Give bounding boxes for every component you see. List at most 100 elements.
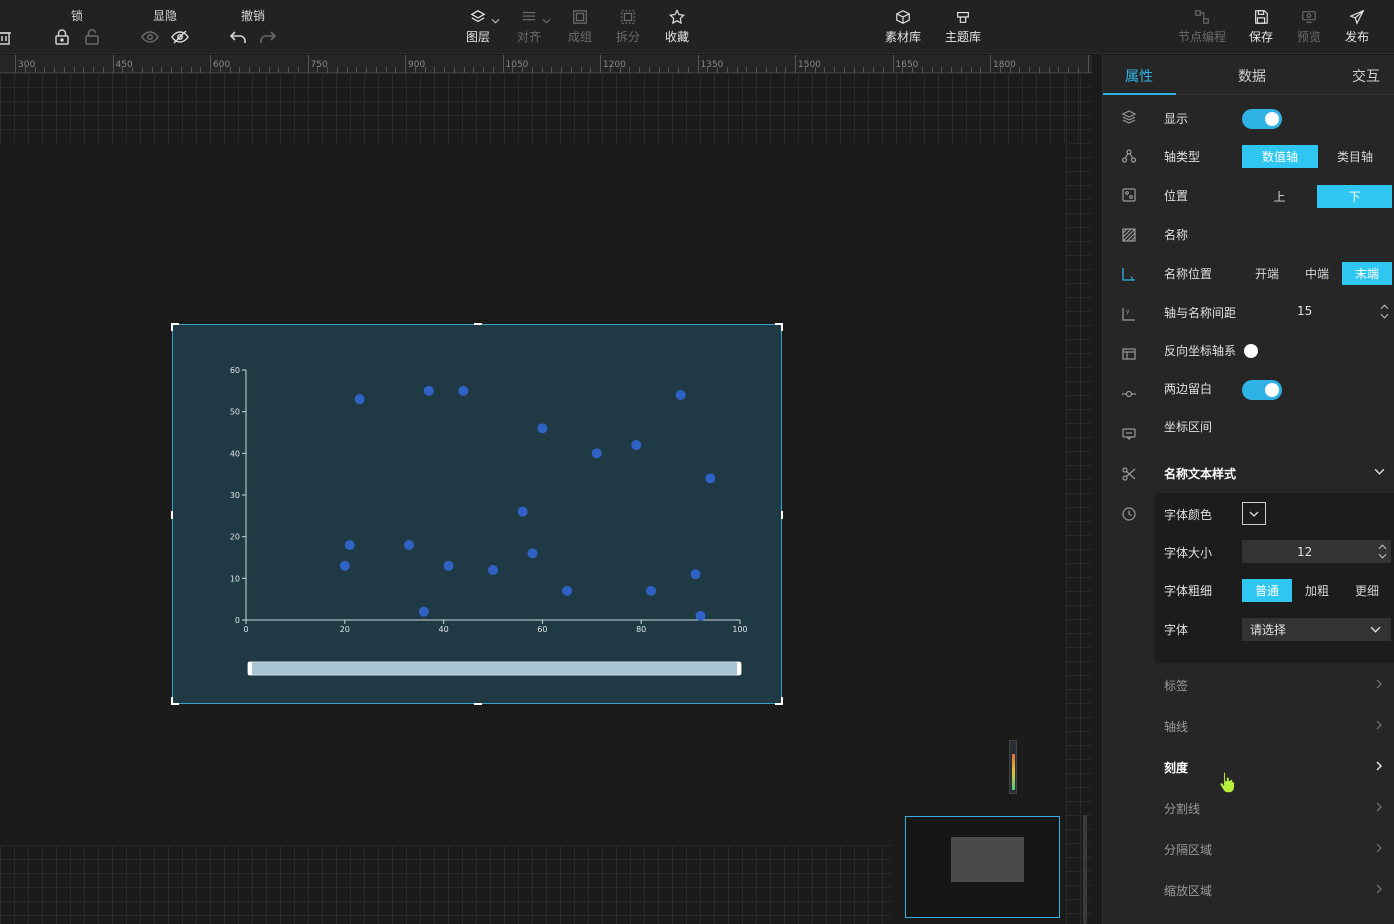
- font-family-select[interactable]: 请选择: [1242, 618, 1391, 641]
- resize-handle-bottom[interactable]: [474, 703, 482, 705]
- table-icon[interactable]: [1119, 344, 1139, 364]
- canvas-scrollbar[interactable]: [1083, 815, 1087, 924]
- scatter-point: [339, 560, 350, 571]
- name-gap-input[interactable]: 15: [1242, 300, 1390, 323]
- tab-interaction[interactable]: 交互: [1352, 66, 1380, 86]
- inverse-toggle[interactable]: [1242, 341, 1260, 361]
- favorite-button[interactable]: 收藏: [665, 8, 689, 45]
- hatch-pattern-icon[interactable]: [1119, 225, 1139, 245]
- y-axis-icon[interactable]: y: [1119, 304, 1139, 324]
- tab-data[interactable]: 数据: [1238, 66, 1266, 86]
- level-meter-widget[interactable]: [1009, 740, 1017, 794]
- position-label: 位置: [1164, 189, 1189, 203]
- group-button[interactable]: 成组: [568, 8, 592, 45]
- boundary-gap-toggle[interactable]: [1242, 380, 1282, 400]
- save-button[interactable]: 保存: [1249, 8, 1273, 45]
- resize-handle-bottom-right[interactable]: [775, 697, 783, 705]
- scatter-point: [423, 385, 434, 396]
- toggle-knob: [1244, 344, 1258, 358]
- font-color-picker[interactable]: [1242, 502, 1266, 525]
- undo-icon[interactable]: [228, 27, 248, 47]
- axis-type-category-option[interactable]: 类目轴: [1318, 145, 1392, 168]
- align-button[interactable]: 对齐: [517, 8, 551, 45]
- chevron-up-icon[interactable]: [1378, 544, 1387, 550]
- tooltip-icon[interactable]: [1119, 424, 1139, 444]
- zoom-slider-handle-right: [737, 662, 741, 675]
- resize-handle-top-left[interactable]: [171, 323, 179, 331]
- chevron-down-icon[interactable]: [1374, 468, 1385, 475]
- font-weight-light-option[interactable]: 更细: [1342, 579, 1392, 602]
- eye-off-icon[interactable]: [170, 27, 190, 47]
- name-position-start-option[interactable]: 开端: [1242, 262, 1292, 285]
- lock-group-label: 锁: [71, 9, 84, 23]
- publish-button-label: 发布: [1345, 30, 1370, 44]
- layers-icon[interactable]: [1119, 107, 1139, 127]
- show-toggle[interactable]: [1242, 109, 1282, 129]
- resize-handle-bottom-left[interactable]: [171, 697, 179, 705]
- font-size-input[interactable]: 12: [1242, 540, 1391, 563]
- canvas-stage[interactable]: 0 10 20 30 40 50 60 0 20 40 60 80 100: [0, 143, 1066, 845]
- publish-button[interactable]: 发布: [1345, 8, 1369, 45]
- layer-button[interactable]: 图层: [466, 8, 500, 45]
- x-tick-label: 0: [243, 625, 248, 634]
- scatter-point: [517, 506, 528, 517]
- scatter-point: [418, 606, 429, 617]
- delete-icon[interactable]: [0, 27, 14, 47]
- chevron-down-icon[interactable]: [1380, 313, 1389, 319]
- scatter-chart-widget[interactable]: 0 10 20 30 40 50 60 0 20 40 60 80 100: [171, 323, 783, 705]
- position-bottom-option[interactable]: 下: [1317, 185, 1392, 208]
- ruler-label: 1650: [895, 60, 919, 70]
- scatter-point: [443, 560, 454, 571]
- name-position-middle-option[interactable]: 中端: [1292, 262, 1342, 285]
- name-position-end-option[interactable]: 末端: [1342, 262, 1392, 285]
- node-icon: [1193, 8, 1211, 26]
- font-weight-bold-option[interactable]: 加粗: [1292, 579, 1342, 602]
- redo-icon[interactable]: [258, 27, 278, 47]
- theme-library-button[interactable]: 主题库: [945, 8, 981, 45]
- show-label: 显示: [1164, 112, 1189, 126]
- nodes-icon[interactable]: [1119, 146, 1139, 166]
- resize-handle-top-right[interactable]: [775, 323, 783, 331]
- eye-icon[interactable]: [140, 27, 160, 47]
- font-weight-normal-option[interactable]: 普通: [1242, 579, 1292, 602]
- material-library-button[interactable]: 素材库: [885, 8, 921, 45]
- font-weight-label: 字体粗细: [1164, 584, 1213, 598]
- resize-handle-top[interactable]: [474, 323, 482, 325]
- section-label-labels: 标签: [1164, 679, 1189, 693]
- name-gap-stepper[interactable]: [1378, 300, 1390, 323]
- resize-handle-left[interactable]: [171, 511, 173, 519]
- canvas-area[interactable]: 3004506007509001050120013501500165018001…: [0, 55, 1092, 924]
- font-size-stepper[interactable]: [1378, 540, 1387, 563]
- section-label-axis-line: 轴线: [1164, 720, 1189, 734]
- position-top-option[interactable]: 上: [1242, 185, 1317, 208]
- unlock-icon[interactable]: [82, 27, 102, 47]
- ungroup-button[interactable]: 拆分: [616, 8, 640, 45]
- inverse-label: 反向坐标轴系: [1164, 344, 1237, 358]
- ruler-label: 1200: [603, 60, 626, 70]
- x-tick-label: 80: [636, 625, 646, 634]
- chevron-right-icon: [1376, 679, 1382, 689]
- property-category-icons: x y: [1103, 95, 1155, 535]
- lock-icon[interactable]: [52, 27, 72, 47]
- minimap-viewport[interactable]: [951, 837, 1024, 882]
- toggle-knob: [1265, 112, 1279, 126]
- canvas-minimap[interactable]: [905, 816, 1060, 918]
- favorite-button-label: 收藏: [665, 30, 690, 44]
- chevron-down-icon[interactable]: [1378, 553, 1387, 559]
- clock-icon[interactable]: [1119, 504, 1139, 524]
- range-label: 坐标区间: [1164, 420, 1213, 434]
- tab-properties[interactable]: 属性: [1125, 66, 1153, 86]
- axis-type-value-option[interactable]: 数值轴: [1242, 145, 1318, 168]
- name-position-segment: 开端 中端 末端: [1242, 262, 1392, 285]
- commit-icon[interactable]: [1119, 384, 1139, 404]
- scissors-icon[interactable]: [1119, 464, 1139, 484]
- name-text-style-header[interactable]: 名称文本样式: [1164, 465, 1236, 482]
- node-programming-button[interactable]: 节点编程: [1178, 8, 1226, 45]
- settings-panel-icon[interactable]: [1119, 185, 1139, 205]
- send-icon: [1348, 8, 1366, 26]
- resize-handle-right[interactable]: [781, 511, 783, 519]
- ruler-label: 1050: [505, 60, 529, 70]
- chevron-up-icon[interactable]: [1380, 304, 1389, 310]
- x-axis-icon[interactable]: x: [1119, 264, 1139, 284]
- preview-button[interactable]: 预览: [1297, 8, 1321, 45]
